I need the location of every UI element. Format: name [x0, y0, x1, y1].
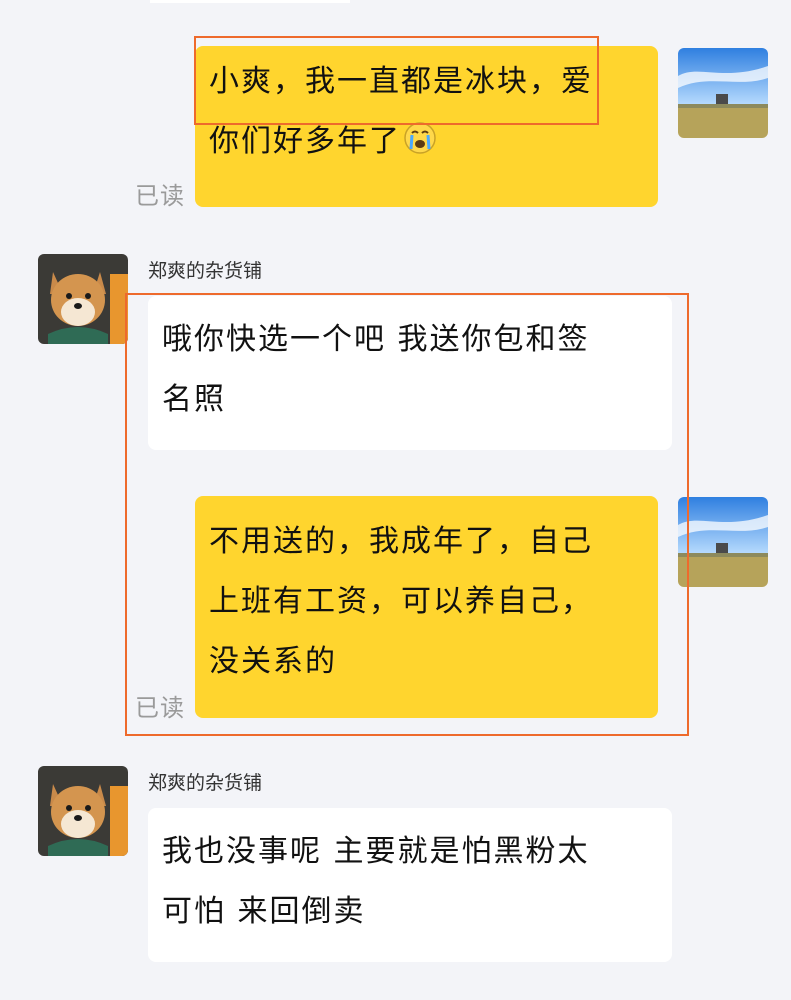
message-line-with-emoji: 你们好多年了 — [209, 112, 658, 176]
read-status: 已读 — [135, 182, 185, 210]
other-avatar[interactable] — [38, 766, 128, 856]
message-text: 你们好多年了 — [209, 124, 401, 159]
self-avatar[interactable] — [678, 48, 768, 138]
sender-name: 郑爽的杂货铺 — [148, 772, 263, 794]
message-line: 没关系的 — [209, 644, 337, 679]
sender-name: 郑爽的杂货铺 — [148, 260, 263, 282]
other-avatar[interactable] — [38, 254, 128, 344]
self-message-bubble[interactable]: 不用送的，我成年了，自己 上班有工资，可以养自己， 没关系的 — [195, 496, 658, 718]
message-line: 不用送的，我成年了，自己 — [209, 524, 593, 559]
landscape-avatar-image — [678, 497, 768, 587]
message-line: 可怕 来回倒卖 — [162, 894, 366, 929]
message-line: 哦你快选一个吧 我送你包和签 — [162, 322, 590, 357]
read-status: 已读 — [135, 694, 185, 722]
previous-bubble-edge — [150, 0, 350, 3]
message-line: 名照 — [162, 382, 226, 417]
message-line: 我也没事呢 主要就是怕黑粉太 — [162, 834, 590, 869]
shiba-dog-avatar-image — [38, 766, 128, 856]
self-message-bubble[interactable]: 小爽，我一直都是冰块，爱 你们好多年了 — [195, 46, 658, 207]
crying-face-icon — [403, 116, 437, 176]
other-message-bubble[interactable]: 我也没事呢 主要就是怕黑粉太 可怕 来回倒卖 — [148, 808, 672, 962]
shiba-dog-avatar-image — [38, 254, 128, 344]
message-line: 上班有工资，可以养自己， — [209, 584, 593, 619]
message-line: 小爽，我一直都是冰块，爱 — [209, 64, 593, 99]
other-message-bubble[interactable]: 哦你快选一个吧 我送你包和签 名照 — [148, 296, 672, 450]
landscape-avatar-image — [678, 48, 768, 138]
self-avatar[interactable] — [678, 497, 768, 587]
